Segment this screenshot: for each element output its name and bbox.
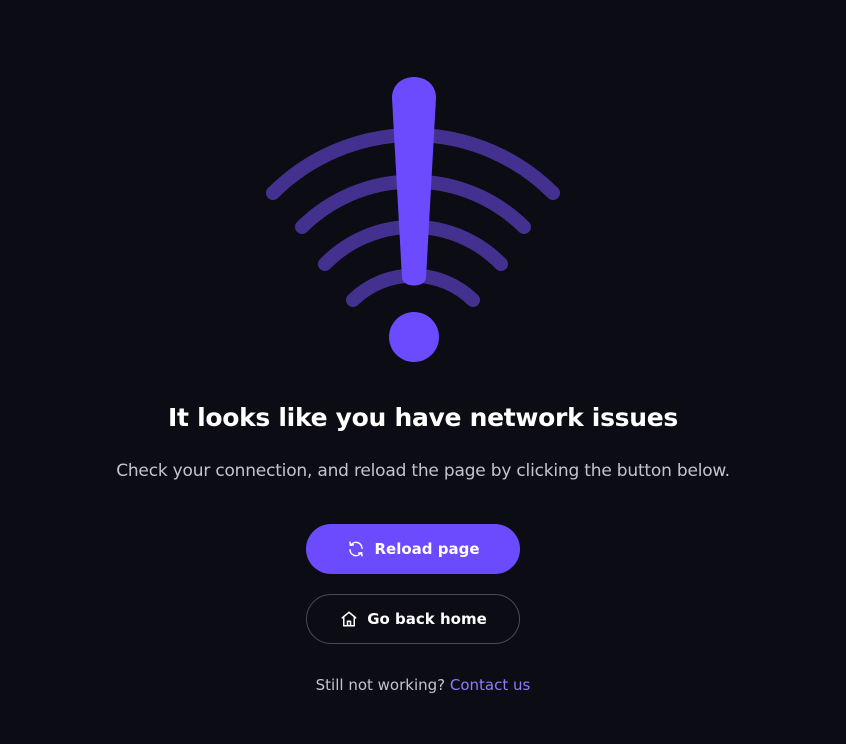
reload-page-label: Reload page xyxy=(374,540,480,558)
error-message: Check your connection, and reload the pa… xyxy=(116,461,730,481)
error-title: It looks like you have network issues xyxy=(168,403,678,432)
network-error-page: It looks like you have network issues Ch… xyxy=(0,0,846,744)
refresh-icon xyxy=(346,539,366,559)
exclamation-bar xyxy=(392,77,436,286)
support-prompt: Still not working? xyxy=(315,676,446,694)
wifi-warning-icon xyxy=(266,77,560,362)
contact-us-link[interactable]: Contact us xyxy=(450,676,530,694)
support-footer: Still not working? Contact us xyxy=(0,674,846,696)
reload-page-button[interactable]: Reload page xyxy=(306,524,520,574)
go-back-home-label: Go back home xyxy=(367,610,487,628)
go-back-home-button[interactable]: Go back home xyxy=(306,594,520,644)
home-icon xyxy=(339,609,359,629)
exclamation-dot xyxy=(389,312,439,362)
